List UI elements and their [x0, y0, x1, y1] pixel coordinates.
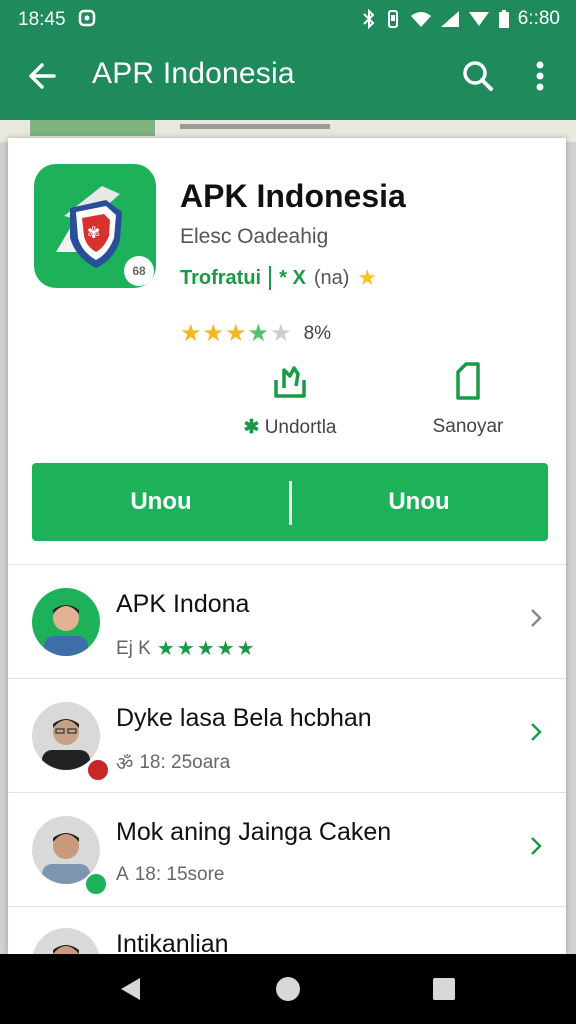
avatar [32, 588, 100, 656]
list-item-subtitle: ॐ 18: 25oara [116, 750, 230, 776]
action-label: Undortla [264, 417, 337, 438]
list-item-title: Intikanlian [116, 930, 229, 954]
arrow-back-icon[interactable] [24, 56, 64, 96]
list-item[interactable]: Dyke lasa Bela hcbhan ॐ 18: 25oara [8, 680, 566, 792]
divider [8, 792, 566, 793]
open-button[interactable]: Unou [290, 463, 548, 541]
download-hand-icon [274, 366, 306, 398]
badge-icon [86, 758, 110, 782]
nav-recents-icon[interactable] [433, 978, 455, 1000]
star-empty-icon: ★ [270, 320, 292, 347]
list-item-prefix: Ej K [116, 637, 151, 659]
list-item-prefix: ॐ [116, 754, 134, 775]
person-icon [44, 605, 88, 656]
list-item-title: Mok aning Jainga Caken [116, 818, 392, 846]
wifi-icon [410, 12, 431, 27]
status-icons: 6::80 [362, 8, 560, 30]
list-item-subtitle: Ej K ★★★★★ [116, 636, 257, 661]
list-item-time: 18: 25oara [139, 752, 231, 773]
status-time: 18:45 [18, 9, 66, 30]
primary-button-group: Unou Unou [32, 463, 548, 541]
status-bar: 18:45 6::80 [0, 0, 576, 38]
data-icon [468, 12, 489, 26]
chevron-right-icon [531, 723, 542, 741]
nav-back-icon[interactable] [118, 976, 144, 1002]
action-save[interactable]: Sanoyar [398, 362, 538, 438]
list-item-title: APK Indona [116, 590, 250, 618]
star-half-icon: ★ [247, 320, 270, 347]
background-card [30, 120, 155, 136]
list-item-time: 18: 15sore [134, 864, 225, 885]
app-icon-badge: 68 [124, 256, 154, 286]
notification-icon [78, 9, 96, 27]
app-bar: APR Indonesia [0, 38, 576, 120]
meta-extra: (na) [313, 266, 350, 289]
avatar [32, 928, 100, 954]
rating-row: ★ ★ ★ ★ ★ 8% [180, 322, 331, 346]
star-icon: ★ [225, 320, 247, 347]
page-title: APR Indonesia [92, 57, 295, 90]
battery-icon [498, 10, 509, 28]
list-item-stars: ★★★★★ [156, 638, 257, 660]
bluetooth-icon [363, 9, 375, 29]
star-icon: ★ [202, 320, 225, 347]
app-detail-card: ✾ 68 APK Indonesia Elesc Oadeahig Trofra… [8, 138, 566, 954]
status-clock: 6::80 [517, 8, 560, 29]
meta-separator [269, 266, 272, 290]
list-item[interactable]: APK Indona Ej K ★★★★★ [8, 566, 566, 678]
rating-stars: ★ ★ ★ ★ ★ [180, 322, 292, 346]
chevron-right-icon [531, 609, 542, 627]
list-item-prefix: A [116, 864, 129, 885]
divider [8, 678, 566, 679]
app-subtitle: Elesc Oadeahig [180, 225, 329, 248]
star-icon: ★ [357, 265, 378, 290]
search-icon[interactable] [458, 56, 498, 96]
app-icon: ✾ 68 [34, 164, 156, 288]
action-label: Sanoyar [432, 416, 504, 437]
signal-icon [440, 11, 459, 27]
bookmark-icon [456, 362, 480, 400]
action-prefix: ✱ [243, 417, 260, 438]
action-download[interactable]: ✱ Undortla [220, 362, 360, 439]
app-meta-row: Trofratui * X (na) ★ [180, 265, 377, 291]
app-name: APK Indonesia [180, 178, 406, 214]
shield-icon: ✾ [56, 186, 122, 268]
chevron-right-icon [531, 837, 542, 855]
list-item[interactable]: Mok aning Jainga Caken A 18: 15sore [8, 794, 566, 906]
svg-text:✾: ✾ [87, 223, 100, 242]
check-badge-icon [84, 872, 108, 896]
divider [8, 906, 566, 907]
nav-home-icon[interactable] [276, 977, 300, 1001]
developer-link[interactable]: Trofratui [180, 267, 261, 290]
more-vert-icon[interactable] [522, 56, 558, 96]
meta-badges: * X [279, 266, 306, 289]
list-item[interactable]: Intikanlian [8, 908, 566, 954]
top-bar: 18:45 6::80 APR Indonesia [0, 0, 576, 120]
person-icon [53, 945, 79, 954]
list-item-title: Dyke lasa Bela hcbhan [116, 704, 372, 732]
list-item-subtitle: A 18: 15sore [116, 864, 224, 886]
background-line [180, 124, 330, 129]
star-icon: ★ [180, 320, 202, 347]
vibrate-icon [387, 10, 398, 28]
install-button[interactable]: Unou [32, 463, 290, 541]
divider [8, 564, 566, 565]
system-nav-bar [0, 954, 576, 1024]
rating-percent: 8% [303, 323, 332, 344]
